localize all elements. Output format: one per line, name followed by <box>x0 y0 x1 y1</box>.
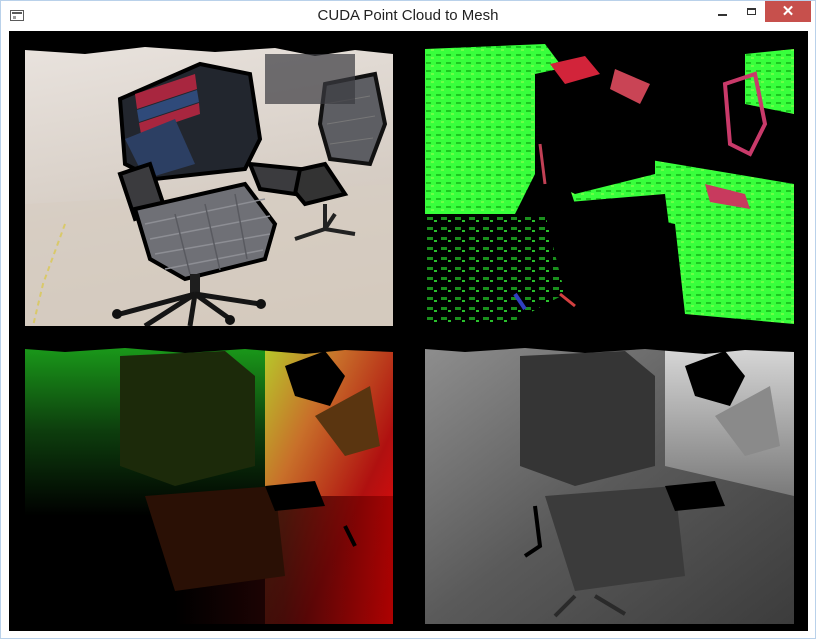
color-image-view <box>25 44 393 326</box>
title-bar[interactable]: CUDA Point Cloud to Mesh ✕ <box>1 1 815 31</box>
color-image-graphic <box>25 44 393 326</box>
app-window: CUDA Point Cloud to Mesh ✕ <box>0 0 816 639</box>
window-title: CUDA Point Cloud to Mesh <box>317 7 499 24</box>
maximize-button[interactable] <box>735 1 767 22</box>
depth-map-graphic <box>425 346 794 624</box>
normal-map-view <box>425 44 794 326</box>
close-icon: ✕ <box>781 3 795 20</box>
close-button[interactable]: ✕ <box>765 1 811 22</box>
maximize-icon <box>746 8 756 15</box>
render-area[interactable] <box>9 31 808 631</box>
vertex-map-view <box>25 346 393 624</box>
depth-map-view <box>425 346 794 624</box>
vertex-map-graphic <box>25 346 393 624</box>
minimize-icon <box>717 13 727 16</box>
minimize-button[interactable] <box>705 1 739 22</box>
normal-map-graphic <box>425 44 794 326</box>
